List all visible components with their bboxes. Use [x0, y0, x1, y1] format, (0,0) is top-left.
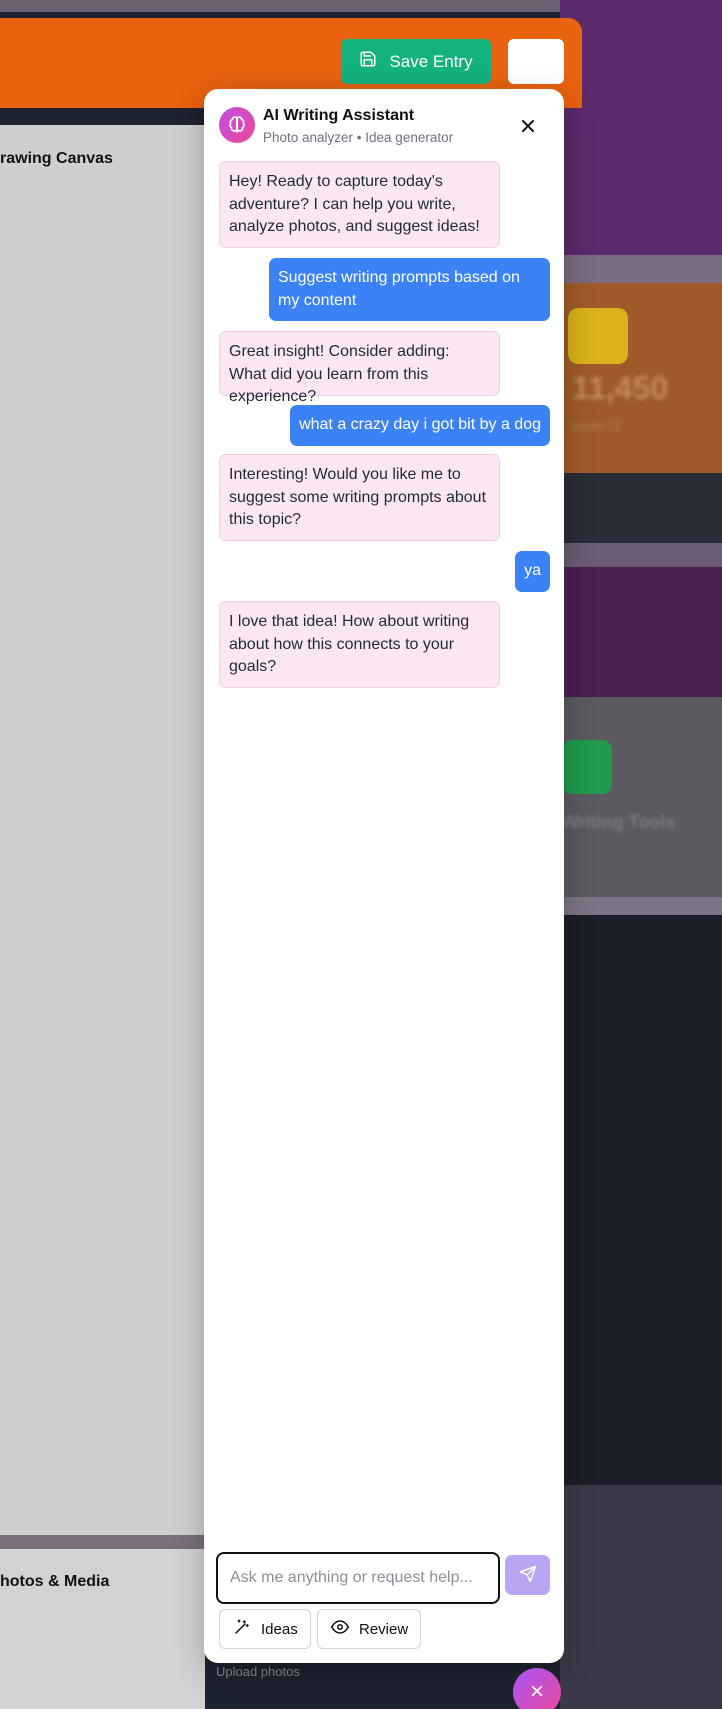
bg-stat-value: 11,450: [572, 370, 669, 406]
user-message: ya: [515, 551, 550, 592]
drawing-canvas-title: rawing Canvas: [0, 150, 113, 167]
bg-dark-section: [560, 473, 722, 543]
magic-wand-icon: [233, 1618, 251, 1640]
bg-tools-card: [560, 697, 722, 897]
close-icon: [520, 118, 536, 137]
brain-icon: [219, 107, 255, 143]
ai-message: Interesting! Would you like me to sugges…: [219, 454, 500, 541]
bg-divider: [0, 1535, 205, 1549]
save-entry-button[interactable]: Save Entry: [341, 39, 491, 84]
bg-bottom-section: [560, 1485, 722, 1709]
bg-dark-section: [560, 915, 722, 1485]
ai-assistant-panel: AI Writing Assistant Photo analyzer • Id…: [204, 89, 564, 1663]
bg-stat-sub: Level 12: [572, 418, 622, 433]
bg-purple-card: [560, 567, 722, 697]
close-icon: [530, 1684, 544, 1701]
user-message: Suggest writing prompts based on my cont…: [269, 258, 550, 321]
save-icon: [359, 50, 377, 73]
bg-purple-card: [560, 0, 722, 260]
send-button[interactable]: [505, 1555, 550, 1595]
close-button[interactable]: [514, 113, 542, 141]
save-entry-label: Save Entry: [389, 51, 473, 71]
user-message: what a crazy day i got bit by a dog: [290, 405, 550, 446]
ideas-button[interactable]: Ideas: [219, 1609, 311, 1649]
upload-photos-label[interactable]: Upload photos: [216, 1664, 300, 1679]
chat-input[interactable]: [218, 1554, 498, 1602]
bg-divider: [560, 255, 722, 283]
eye-icon: [331, 1618, 349, 1640]
assistant-toggle-button[interactable]: [513, 1668, 561, 1709]
drawing-canvas-panel: [0, 125, 205, 1535]
bg-tools-label: Writing Tools: [562, 812, 676, 832]
send-icon: [519, 1565, 537, 1586]
review-label: Review: [359, 1620, 409, 1638]
chat-input-wrapper: [216, 1552, 500, 1604]
bg-stat-icon: [568, 308, 628, 364]
assistant-subtitle: Photo analyzer • Idea generator: [263, 130, 454, 145]
bg-divider: [560, 897, 722, 915]
bg-pencil-tile: [562, 740, 612, 794]
ideas-label: Ideas: [261, 1620, 298, 1638]
bg-divider: [560, 543, 722, 567]
header-secondary-button[interactable]: [508, 39, 564, 84]
review-button[interactable]: Review: [317, 1609, 421, 1649]
ai-message: Great insight! Consider adding: What did…: [219, 331, 500, 405]
ai-message: Hey! Ready to capture today's adventure?…: [219, 161, 500, 248]
ai-message: I love that idea! How about writing abou…: [219, 601, 500, 688]
assistant-title: AI Writing Assistant: [263, 107, 415, 124]
photos-media-title: hotos & Media: [0, 1573, 110, 1590]
assistant-header: AI Writing Assistant Photo analyzer • Id…: [204, 89, 564, 159]
